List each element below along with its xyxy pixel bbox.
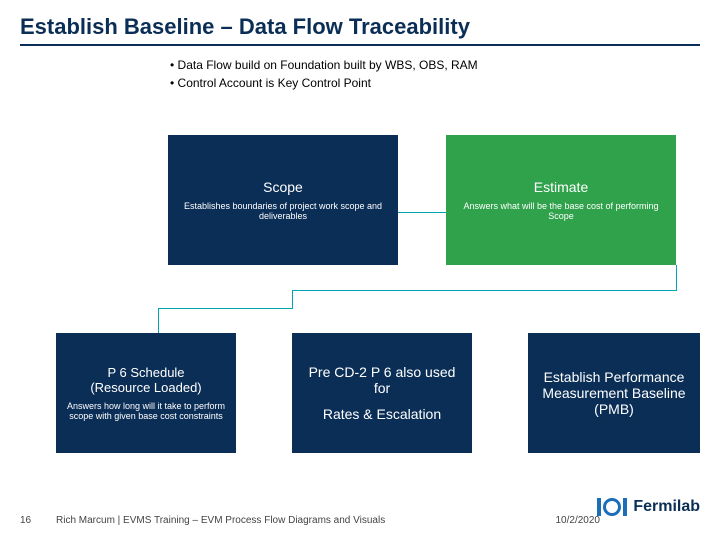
scope-box: Scope Establishes boundaries of project …	[168, 135, 398, 265]
scope-sublabel: Establishes boundaries of project work s…	[168, 201, 398, 221]
title-underline	[20, 44, 700, 46]
connector	[158, 308, 159, 333]
bullet-item: Data Flow build on Foundation built by W…	[170, 58, 478, 72]
p6-sublabel: Answers how long will it take to perform…	[56, 401, 236, 421]
pmb-box: Establish Performance Measurement Baseli…	[528, 333, 700, 453]
page-title: Establish Baseline – Data Flow Traceabil…	[20, 14, 470, 40]
logo-mark-icon	[597, 498, 627, 516]
bullet-list: Data Flow build on Foundation built by W…	[170, 58, 478, 94]
slide-number: 16	[20, 515, 31, 526]
connector	[292, 290, 293, 308]
precd-label-2: Rates & Escalation	[323, 406, 441, 422]
slide: Establish Baseline – Data Flow Traceabil…	[0, 0, 720, 540]
p6-label-2: (Resource Loaded)	[90, 380, 201, 395]
pmb-label: Establish Performance Measurement Baseli…	[528, 369, 700, 417]
connector	[676, 265, 677, 290]
scope-label: Scope	[263, 179, 303, 195]
estimate-sublabel: Answers what will be the base cost of pe…	[446, 201, 676, 221]
precd-box: Pre CD-2 P 6 also used for Rates & Escal…	[292, 333, 472, 453]
footer-text: Rich Marcum | EVMS Training – EVM Proces…	[56, 515, 385, 526]
estimate-label: Estimate	[534, 179, 588, 195]
logo-text: Fermilab	[633, 498, 700, 516]
estimate-box: Estimate Answers what will be the base c…	[446, 135, 676, 265]
p6-schedule-box: P 6 Schedule (Resource Loaded) Answers h…	[56, 333, 236, 453]
connector	[158, 308, 293, 309]
footer-date: 10/2/2020	[556, 515, 601, 526]
connector	[398, 212, 446, 213]
fermilab-logo: Fermilab	[597, 498, 700, 516]
connector	[292, 290, 677, 291]
bullet-item: Control Account is Key Control Point	[170, 76, 478, 90]
p6-label-1: P 6 Schedule	[107, 365, 184, 380]
precd-label-1: Pre CD-2 P 6 also used for	[292, 364, 472, 396]
